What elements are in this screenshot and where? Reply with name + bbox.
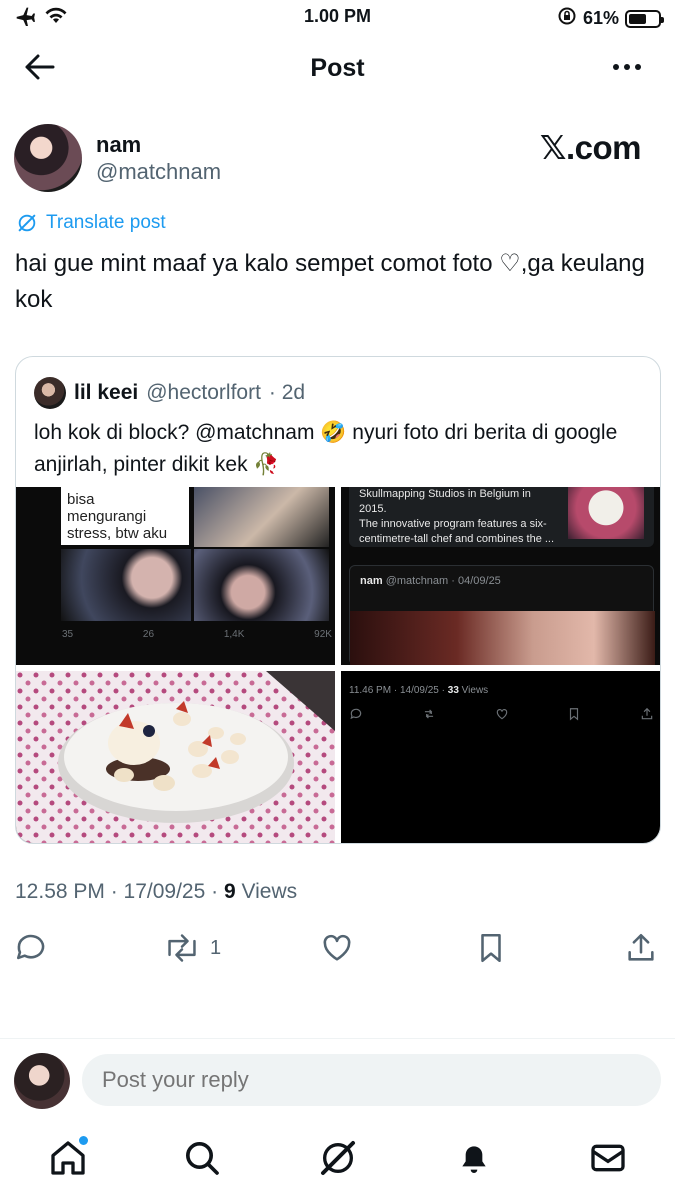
- translate-post-link[interactable]: Translate post: [16, 212, 166, 234]
- repost-count: 1: [210, 936, 222, 959]
- photo-thumb: [61, 549, 191, 621]
- share-icon: [628, 933, 654, 961]
- quoted-author-handle: @hectorlfort: [146, 381, 261, 404]
- quoted-avatar: [34, 377, 66, 409]
- reply-bar: [14, 1050, 661, 1110]
- battery-percent: 61%: [582, 8, 619, 28]
- photo-thumb: [194, 487, 329, 547]
- caption-box: bisa mengurangi stress, btw aku: [61, 487, 189, 545]
- article-thumb: [568, 487, 644, 539]
- post-text: hai gue mint maaf ya kalo sempet comot f…: [15, 250, 645, 313]
- post-author: nam @matchnam 𝕏.com: [14, 124, 661, 194]
- bottom-tab-bar: [0, 1130, 675, 1190]
- quoted-post[interactable]: lil keei @hectorlfort · 2d loh kok di bl…: [15, 356, 661, 844]
- quoted-media-grid: bisa mengurangi stress, btw aku 35 26 1,…: [16, 487, 660, 843]
- quoted-image-2[interactable]: Skullmapping Studios in Belgium in 2015.…: [341, 487, 660, 665]
- quoted-header: lil keei @hectorlfort · 2d: [34, 377, 305, 409]
- heart-icon: [323, 934, 351, 961]
- author-handle[interactable]: @matchnam: [96, 159, 221, 185]
- caption-line: stress, btw aku: [67, 525, 168, 542]
- tab-notifications[interactable]: [454, 1138, 494, 1178]
- reply-icon: [16, 934, 45, 960]
- bookmark-icon: [481, 933, 501, 963]
- mail-icon: [591, 1144, 625, 1172]
- like-button[interactable]: [320, 928, 354, 968]
- dessert-photo: [16, 671, 335, 843]
- embedded-actions: [349, 707, 654, 721]
- page-title: Post: [310, 54, 365, 82]
- embedded-photo: [350, 611, 655, 665]
- grok-icon: [18, 214, 36, 232]
- notification-dot: [79, 1136, 88, 1145]
- more-options-button[interactable]: [613, 64, 641, 70]
- quoted-age: · 2d: [268, 381, 306, 404]
- views-count: 9: [223, 880, 236, 903]
- quoted-text: loh kok di block? @matchnam 🤣 nyuri foto…: [34, 421, 618, 476]
- tab-search[interactable]: [182, 1138, 222, 1178]
- share-button[interactable]: [624, 928, 658, 968]
- photo-thumb: [194, 549, 329, 621]
- divider: [0, 1038, 675, 1039]
- bookmark-button[interactable]: [474, 928, 508, 968]
- quoted-image-4[interactable]: 11.46 PM · 14/09/25 · 33 Views: [341, 671, 660, 843]
- embedded-stats: 35 26 1,4K 92K: [62, 629, 332, 640]
- caption-line: mengurangi: [67, 508, 147, 525]
- battery-icon: [625, 9, 664, 28]
- caption-line: bisa: [67, 491, 95, 508]
- tab-home[interactable]: [48, 1136, 88, 1178]
- repost-icon: [168, 934, 196, 962]
- quoted-author-name: lil keei: [74, 381, 139, 404]
- views-label: Views: [241, 880, 298, 903]
- grok-icon: [321, 1141, 355, 1175]
- quoted-image-1[interactable]: bisa mengurangi stress, btw aku 35 26 1,…: [16, 487, 335, 665]
- reply-input[interactable]: [82, 1054, 661, 1106]
- post-timestamp: 12.58 PM · 17/09/25 ·: [15, 880, 224, 903]
- article-card: Skullmapping Studios in Belgium in 2015.…: [349, 487, 654, 547]
- post-meta: 12.58 PM · 17/09/25 · 9 Views: [15, 880, 297, 904]
- post-header: Post: [0, 40, 675, 96]
- author-avatar[interactable]: [14, 124, 82, 192]
- x-com-badge: 𝕏.com: [539, 129, 642, 166]
- bookmark-icon: [570, 708, 579, 721]
- like-icon: [496, 709, 507, 720]
- rotation-lock-icon: [557, 6, 577, 31]
- embedded-post: nam @matchnam · 04/09/25: [349, 565, 655, 665]
- repost-icon: [424, 709, 433, 719]
- bell-icon: [462, 1146, 486, 1173]
- action-bar: 1: [14, 928, 661, 970]
- embedded-timestamp: 11.46 PM · 14/09/25 · 33 Views: [349, 685, 489, 696]
- reply-button[interactable]: [14, 928, 48, 968]
- user-avatar: [14, 1053, 70, 1109]
- tab-messages[interactable]: [588, 1138, 628, 1178]
- reply-icon: [350, 708, 362, 720]
- status-bar: 1.00 PM 61%: [0, 0, 675, 34]
- repost-button[interactable]: 1: [164, 928, 221, 968]
- tab-grok[interactable]: [318, 1138, 358, 1178]
- share-icon: [641, 707, 653, 720]
- author-name[interactable]: nam: [96, 132, 141, 158]
- quoted-image-3[interactable]: [16, 671, 335, 843]
- translate-label: Translate post: [46, 212, 166, 233]
- search-icon: [186, 1142, 219, 1175]
